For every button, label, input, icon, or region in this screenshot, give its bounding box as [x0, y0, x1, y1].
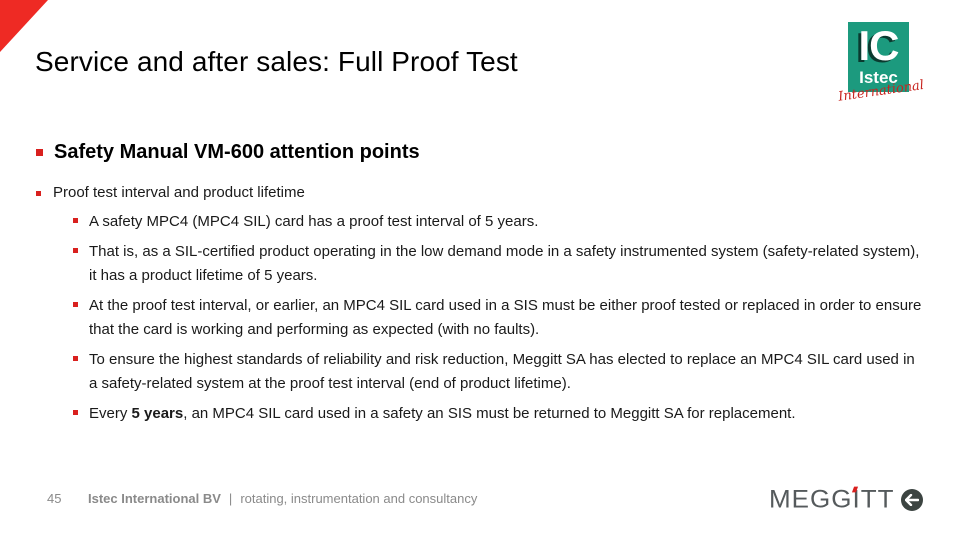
- bullet-icon: [73, 410, 78, 415]
- bullet-text: To ensure the highest standards of relia…: [89, 351, 915, 392]
- logo-ic-text: IC: [858, 22, 900, 69]
- page-number: 45: [47, 491, 62, 506]
- bullet-level1-text: Proof test interval and product lifetime: [53, 184, 305, 201]
- bullet-text: A safety MPC4 (MPC4 SIL) card has a proo…: [89, 213, 539, 230]
- footer-company-name: Istec International BV: [88, 491, 221, 506]
- bullet-text: Every 5 years, an MPC4 SIL card used in …: [89, 402, 923, 426]
- bullet-level2: A safety MPC4 (MPC4 SIL) card has a proo…: [73, 210, 923, 234]
- meggitt-logo: MEGGITT: [769, 484, 895, 514]
- corner-accent-triangle: [0, 0, 48, 52]
- istec-logo: IC Istec International: [837, 20, 925, 106]
- arrow-left-circle-icon: [905, 494, 919, 506]
- section-heading-text: Safety Manual VM-600 attention points: [54, 141, 420, 163]
- slide-title: Service and after sales: Full Proof Test: [35, 46, 518, 77]
- footer-company: Istec International BV | rotating, instrum…: [88, 491, 477, 506]
- bullet-level1: Proof test interval and product lifetime: [36, 184, 305, 201]
- bullet-text: At the proof test interval, or earlier, …: [89, 297, 922, 338]
- bullet-level2: At the proof test interval, or earlier, …: [73, 294, 923, 342]
- bullet-level2: That is, as a SIL-certified product oper…: [73, 240, 923, 288]
- back-button[interactable]: [901, 489, 923, 511]
- footer-tagline: rotating, instrumentation and consultanc…: [240, 491, 478, 506]
- bullet-icon: [73, 302, 78, 307]
- section-heading: Safety Manual VM-600 attention points: [36, 141, 420, 164]
- bullet-text-bold: 5 years: [131, 405, 184, 422]
- bullet-level2: Every 5 years, an MPC4 SIL card used in …: [73, 402, 923, 426]
- bullet-text-suffix: , an MPC4 SIL card used in a safety an S…: [183, 405, 796, 422]
- bullet-icon: [73, 218, 78, 223]
- meggitt-logo-accent: I: [852, 484, 861, 514]
- bullet-icon: [36, 191, 41, 196]
- bullet-text-prefix: Every: [89, 405, 132, 422]
- bullet-text: That is, as a SIL-certified product oper…: [89, 243, 920, 284]
- bullet-icon: [36, 149, 43, 156]
- bullet-icon: [73, 356, 78, 361]
- bullet-icon: [73, 248, 78, 253]
- bullet-level2: To ensure the highest standards of relia…: [73, 348, 923, 396]
- footer-separator: |: [228, 491, 233, 506]
